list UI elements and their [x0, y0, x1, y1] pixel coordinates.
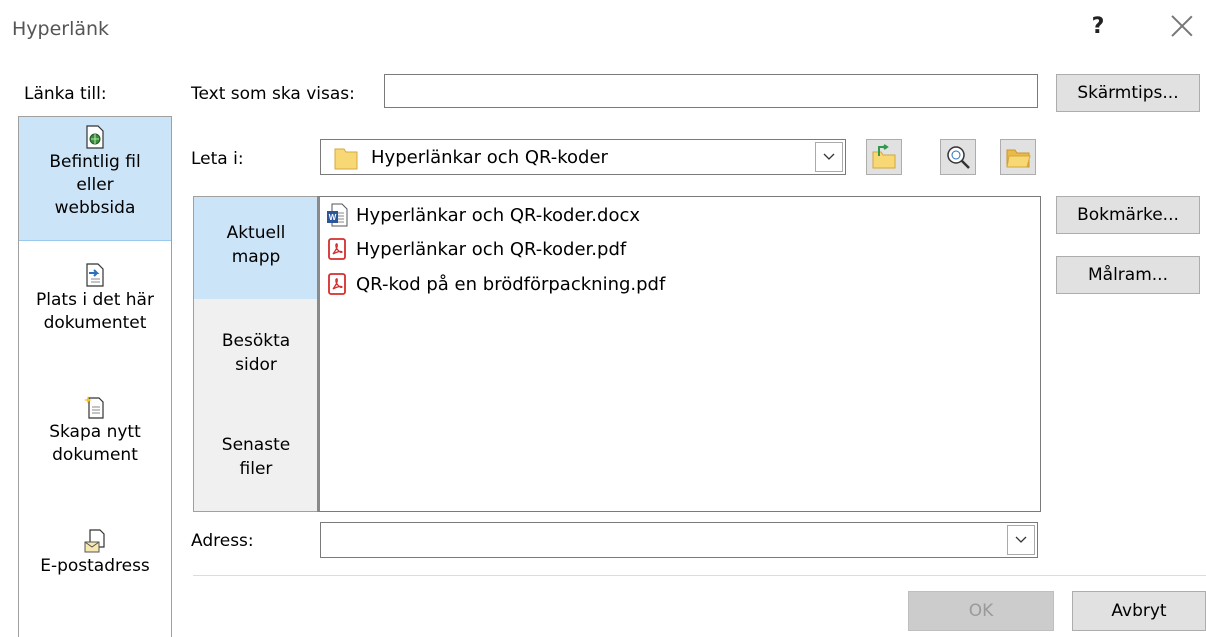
nav-item-recent-files[interactable]: Senaste filer [194, 433, 318, 481]
sidebar-item-label: Plats i det här [36, 290, 154, 310]
nav-item-label: Besökta [221, 331, 291, 351]
chevron-down-icon[interactable] [815, 142, 843, 172]
pdf-icon [328, 273, 346, 295]
sidebar-item-label: E-postadress [40, 556, 150, 576]
nav-item-label: filer [239, 459, 273, 479]
browse-web-button[interactable] [940, 139, 976, 175]
file-list-item[interactable]: W Hyperlänkar och QR-koder.docx [326, 199, 640, 231]
document-place-icon [86, 263, 104, 287]
link-to-sidebar: Befintlig fil eller webbsida Plats i det… [18, 116, 172, 637]
pdf-icon [328, 238, 346, 260]
sidebar-item-email-address[interactable]: E-postadress [19, 529, 171, 578]
cancel-button[interactable]: Avbryt [1072, 591, 1206, 631]
separator [193, 575, 1206, 576]
look-in-dropdown[interactable]: Hyperlänkar och QR-koder [320, 139, 846, 175]
new-document-icon [84, 396, 104, 419]
chevron-down-icon[interactable] [1007, 525, 1035, 555]
nav-item-current-folder[interactable]: Aktuell mapp [194, 197, 318, 299]
screentip-button[interactable]: Skärmtips... [1056, 74, 1200, 112]
bookmark-button[interactable]: Bokmärke... [1056, 196, 1200, 234]
browse-nav-panel: Aktuell mapp Besökta sidor Senaste filer [193, 196, 318, 512]
sidebar-item-label: dokument [52, 445, 138, 465]
up-one-folder-button[interactable] [866, 139, 902, 175]
web-file-icon [86, 125, 104, 149]
dialog-title: Hyperlänk [12, 18, 110, 40]
address-label: Adress: [191, 531, 254, 551]
address-dropdown[interactable] [320, 522, 1038, 558]
text-to-display-input[interactable] [384, 74, 1038, 108]
folder-icon [334, 148, 358, 170]
link-to-label: Länka till: [24, 84, 107, 104]
up-folder-icon [872, 144, 896, 169]
sidebar-item-label: webbsida [54, 198, 136, 218]
sidebar-item-new-document[interactable]: Skapa nytt dokument [19, 395, 171, 467]
look-in-label: Leta i: [191, 149, 244, 169]
sidebar-item-label: dokumentet [43, 313, 147, 333]
file-list-item[interactable]: Hyperlänkar och QR-koder.pdf [326, 233, 626, 265]
sidebar-item-place-in-document[interactable]: Plats i det här dokumentet [19, 263, 171, 335]
sidebar-item-existing-file[interactable]: Befintlig fil eller webbsida [19, 117, 171, 241]
browse-file-button[interactable] [1000, 139, 1036, 175]
word-doc-icon: W [327, 203, 348, 227]
open-folder-icon [1006, 149, 1031, 168]
nav-item-label: Aktuell [226, 223, 286, 243]
nav-item-label: sidor [235, 355, 277, 375]
sidebar-item-label: eller [76, 175, 114, 195]
look-in-value: Hyperlänkar och QR-koder [371, 147, 608, 168]
help-button[interactable]: ? [1088, 14, 1108, 39]
target-frame-button[interactable]: Målram... [1056, 256, 1200, 294]
file-name: Hyperlänkar och QR-koder.docx [356, 204, 641, 226]
file-list-item[interactable]: QR-kod på en brödförpackning.pdf [326, 268, 665, 300]
ok-button[interactable]: OK [908, 591, 1054, 631]
sidebar-item-label: Skapa nytt [49, 422, 141, 442]
nav-item-browsed-pages[interactable]: Besökta sidor [194, 329, 318, 377]
svg-text:W: W [329, 213, 337, 222]
close-icon[interactable] [1168, 12, 1196, 40]
nav-item-label: mapp [231, 247, 281, 267]
web-search-icon [947, 146, 970, 169]
file-list[interactable]: W Hyperlänkar och QR-koder.docx Hyperlän… [317, 196, 1041, 512]
file-name: Hyperlänkar och QR-koder.pdf [356, 238, 627, 260]
sidebar-item-label: Befintlig fil [49, 152, 141, 172]
email-document-icon [84, 529, 105, 553]
file-name: QR-kod på en brödförpackning.pdf [356, 273, 666, 295]
nav-item-label: Senaste [221, 435, 291, 455]
text-to-display-label: Text som ska visas: [191, 84, 355, 104]
